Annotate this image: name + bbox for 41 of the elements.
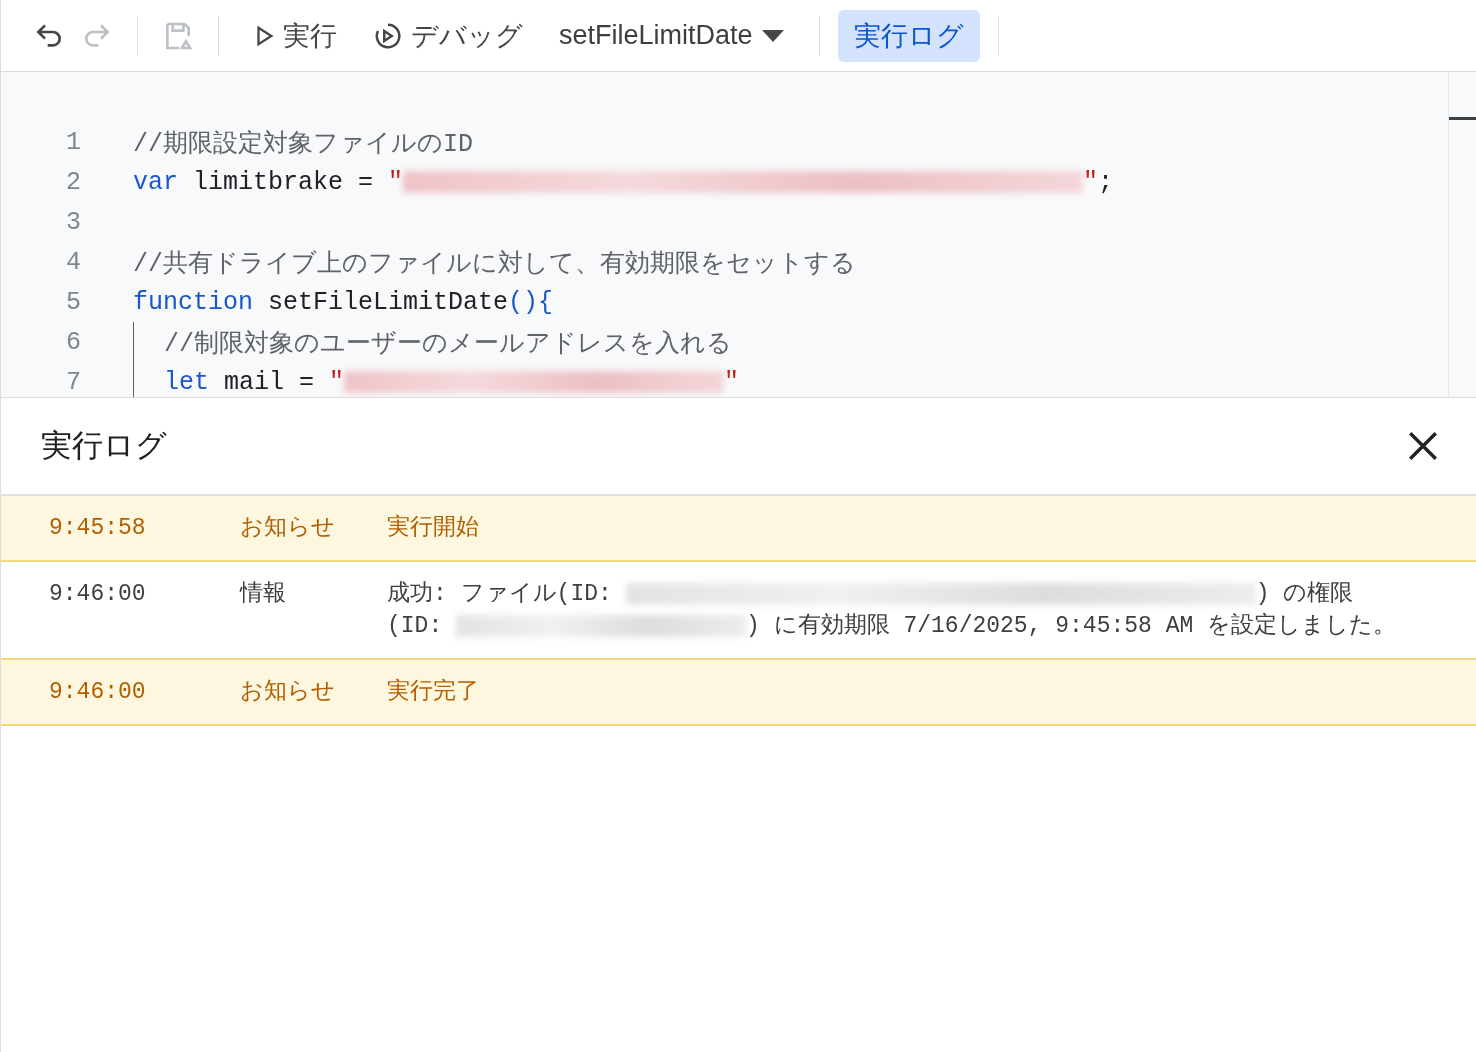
code-token: ; [1098,167,1114,197]
code-token: setFileLimitDate [267,287,509,317]
code-token: limitbrake = [192,167,375,197]
code-token: mail = [223,367,316,397]
function-dropdown[interactable]: setFileLimitDate [543,12,801,59]
line-number: 4 [65,247,82,277]
execution-log-button[interactable]: 実行ログ [837,9,980,62]
caret-icon [760,28,785,43]
log-message: ) に有効期限 7/16/2025, 9:45:58 AM を設定しました。 [746,612,1397,641]
log-message: 実行開始 [387,513,479,543]
panel-title: 実行ログ [41,427,167,465]
code-token: " [329,367,345,397]
run-button[interactable]: 実行 [237,9,353,62]
code-token: " [724,367,740,397]
code-token: //共有ドライブ上のファイルに対して、有効期限をセットする [133,248,856,279]
code-token: " [1083,167,1099,197]
code-token: let [164,367,209,397]
log-time: 9:45:58 [49,514,147,543]
log-message: ) の権限 [1255,580,1354,609]
line-number: 6 [65,327,82,357]
code-token: " [388,167,404,197]
log-message: 成功: ファイル(ID: [387,580,613,609]
line-number: 2 [65,167,82,197]
close-icon [1406,429,1440,463]
code-token: //期限設定対象ファイルのID [133,128,473,159]
log-time: 9:46:00 [49,678,147,707]
line-number: 5 [65,287,82,317]
log-time: 9:46:00 [49,580,147,609]
log-message: (ID: [387,612,444,641]
code-token: function [133,287,254,317]
log-level: お知らせ [240,678,336,707]
code-token: //制限対象のユーザーのメールアドレスを入れる [164,328,732,359]
log-message: 実行完了 [387,677,479,707]
line-number: 3 [65,207,82,237]
code-token: (){ [508,287,554,317]
line-number: 7 [65,367,82,397]
log-level: 情報 [240,580,287,609]
code-token: var [133,167,178,197]
debug-button[interactable]: デバッグ [357,9,539,62]
line-number: 1 [65,127,82,157]
log-level: お知らせ [240,514,336,543]
